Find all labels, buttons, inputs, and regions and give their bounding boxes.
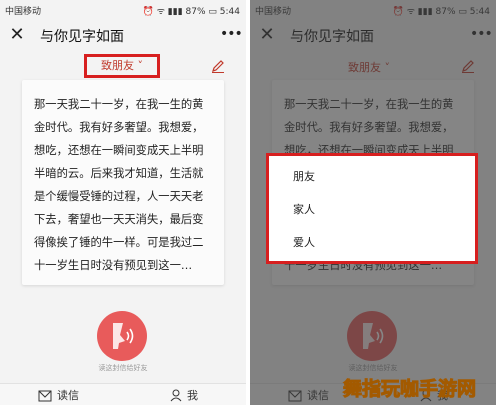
battery-label: 87% [185,7,206,17]
status-icons: ⏰ ᯤ ▮▮▮ [142,7,186,17]
phone-screen-left: 中国移动 ⏰ ᯤ ▮▮▮ 87% ▭ 5:44 ✕ 与你见字如面 ••• 致朋友… [0,0,246,405]
letter-line: 半暗的云。后来我才知道，生活就 [34,167,204,180]
dropdown-option-family[interactable]: 家人 [293,201,315,217]
letter-line: 得像挨了锤的牛一样。可是我过二 [34,236,204,249]
chevron-down-icon: ˅ [137,59,144,72]
nav-bar: ✕ 与你见字如面 ••• [0,20,246,52]
recipient-dropdown-menu: 朋友 家人 爱人 [266,153,478,264]
recipient-row: 致朋友 ˅ [0,54,246,80]
tab-bar: 读信 我 [0,383,246,405]
dropdown-option-friend[interactable]: 朋友 [293,168,315,184]
page-title: 与你见字如面 [40,29,124,45]
carrier-label: 中国移动 [5,7,42,17]
tab-me-label: 我 [187,389,198,402]
watermark-text: 舞指玩咖手游网 [342,378,477,401]
read-to-friend-button[interactable] [97,311,147,361]
time-label: 5:44 [219,7,240,17]
recipient-label: 致朋友 [101,59,134,72]
recipient-dropdown-button[interactable]: 致朋友 ˅ [84,54,160,78]
status-right: ⏰ ᯤ ▮▮▮ 87% ▭ 5:44 [143,4,240,17]
letter-line: 十一岁生日时没有预见到这一… [34,259,193,272]
pencil-icon[interactable] [210,58,226,74]
battery-icon: ▭ [205,7,220,17]
letter-line: 想吃，还想在一瞬间变成天上半明 [34,144,204,157]
phone-screen-right: 中国移动 ⏰ ᯤ ▮▮▮ 87% ▭ 5:44 ✕ 与你见字如面 ••• 致朋友… [250,0,496,405]
status-bar: 中国移动 ⏰ ᯤ ▮▮▮ 87% ▭ 5:44 [0,0,246,20]
speaking-head-icon [113,323,134,349]
letter-line: 那一天我二十一岁，在我一生的黄 [34,98,204,111]
letter-line: 金时代。我有好多奢望。我想爱， [34,121,204,134]
dropdown-option-lover[interactable]: 爱人 [293,234,315,250]
tab-read[interactable]: 读信 [38,387,79,403]
person-icon [170,389,182,402]
letter-line: 是个缓慢受锤的过程，人一天天老 [34,190,204,203]
tab-read-label: 读信 [57,389,79,402]
envelope-icon [38,390,52,402]
tab-me[interactable]: 我 [170,387,198,403]
close-icon[interactable]: ✕ [8,24,26,46]
send-caption: 读这封信给好友 [98,364,148,372]
letter-card[interactable]: 那一天我二十一岁，在我一生的黄 金时代。我有好多奢望。我想爱， 想吃，还想在一瞬… [22,80,224,285]
site-watermark: 舞指玩咖手游网 [342,372,493,402]
more-icon[interactable]: ••• [220,26,243,44]
letter-line: 下去，奢望也一天天消失，最后变 [34,213,204,226]
